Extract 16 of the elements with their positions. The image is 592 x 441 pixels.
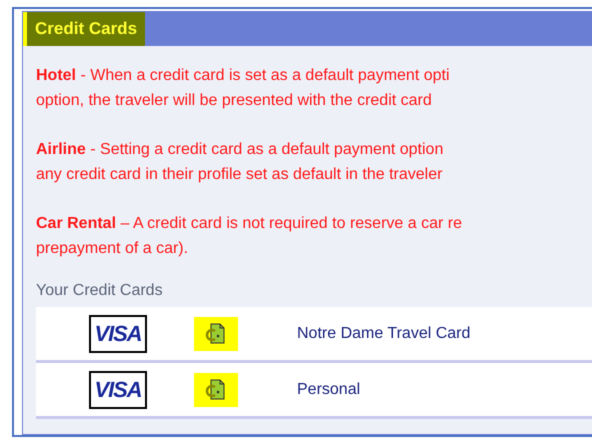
policy-text: prepayment of a car). (36, 239, 190, 259)
section-heading: Your Credit Cards (36, 281, 164, 301)
card-document-icon[interactable] (205, 378, 227, 402)
policy-text: any credit card in their profile set as default in the traveler (36, 165, 444, 185)
credit-card-row[interactable]: VISA Personal (36, 363, 592, 419)
visa-logo: VISA (89, 314, 147, 352)
visa-logo: VISA (89, 370, 147, 408)
policy-text: Car Rental – A credit card is not required to reserve a car re (36, 214, 463, 234)
panel-title: Credit Cards (23, 12, 146, 46)
card-name[interactable]: Personal (297, 378, 360, 402)
policy-text: option, the traveler will be presented with the credit card (36, 91, 433, 111)
card-name[interactable]: Notre Dame Travel Card (297, 322, 470, 346)
card-document-icon[interactable] (205, 322, 227, 346)
policy-text: Hotel - When a credit card is set as a default payment opti (36, 66, 451, 86)
credit-card-row[interactable]: VISA Notre Dame Travel Card (36, 307, 592, 363)
policy-text: Airline - Setting a credit card as a default payment option (36, 140, 444, 160)
